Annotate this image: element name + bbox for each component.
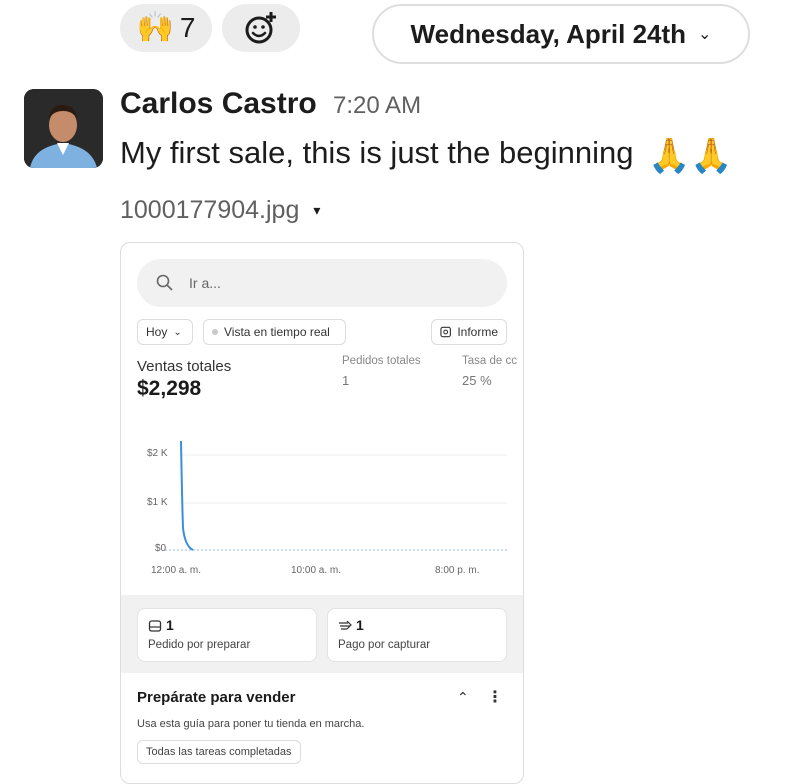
payments-to-capture-label: Pago por capturar — [338, 639, 431, 651]
sales-line-chart — [165, 440, 507, 551]
orders-to-prepare-label: Pedido por preparar — [148, 639, 251, 651]
orders-label: Pedidos totales — [342, 355, 421, 367]
orders-to-prepare-count: 1 — [166, 617, 174, 633]
y-tick-0: $0 — [155, 543, 167, 554]
period-filter: Hoy ⌄ — [137, 319, 193, 345]
y-tick-1k: $1 K — [147, 497, 168, 508]
collapse-icon: ⌃ — [457, 689, 469, 705]
payment-icon — [339, 620, 352, 630]
sales-label: Ventas totales — [137, 358, 232, 375]
reaction-raising-hands[interactable]: 🙌 7 — [120, 4, 212, 52]
search-icon — [156, 274, 173, 291]
date-divider-button[interactable]: Wednesday, April 24th ⌄ — [372, 4, 750, 64]
setup-guide-description: Usa esta guía para poner tu tienda en ma… — [137, 718, 365, 730]
add-reaction-button[interactable] — [222, 4, 300, 52]
live-view-label: Vista en tiempo real — [224, 325, 330, 339]
x-tick-12am: 12:00 a. m. — [151, 565, 202, 576]
sales-series-line — [180, 440, 194, 551]
attachment-image[interactable]: Ir a... Hoy ⌄ Vista en tiempo real Infor… — [120, 242, 524, 784]
message-timestamp[interactable]: 7:20 AM — [333, 92, 421, 120]
more-options-icon: ⋮ — [487, 689, 503, 706]
rate-label: Tasa de cc — [462, 355, 517, 367]
author-name[interactable]: Carlos Castro — [120, 87, 317, 121]
attachment-header[interactable]: 1000177904.jpg ▾ — [120, 196, 320, 225]
message-body: My first sale, this is just the beginnin… — [120, 135, 634, 170]
chevron-down-icon: ⌄ — [173, 326, 182, 338]
x-tick-10am: 10:00 a. m. — [291, 565, 342, 576]
message-text: My first sale, this is just the beginnin… — [120, 135, 733, 176]
setup-guide-title: Prepárate para vender — [137, 689, 296, 706]
period-label: Hoy — [146, 325, 168, 339]
sales-value: $2,298 — [137, 377, 202, 400]
report-button: Informe — [431, 319, 507, 345]
add-reaction-icon — [245, 12, 276, 44]
search-placeholder: Ir a... — [189, 275, 221, 291]
tasks-completed-badge: Todas las tareas completadas — [137, 740, 301, 764]
caret-down-icon[interactable]: ▾ — [313, 202, 320, 219]
inbox-icon — [148, 620, 162, 632]
orders-to-prepare-card: 1 Pedido por preparar — [137, 608, 317, 662]
status-dot-icon — [212, 329, 218, 335]
avatar[interactable] — [24, 89, 103, 168]
reaction-count: 7 — [179, 12, 196, 43]
date-label: Wednesday, April 24th — [410, 18, 687, 49]
rate-value: 25 % — [462, 373, 492, 388]
attachment-filename[interactable]: 1000177904.jpg — [120, 196, 299, 225]
tasks-completed-label: Todas las tareas completadas — [146, 746, 292, 758]
payments-to-capture-card: 1 Pago por capturar — [327, 608, 507, 662]
report-icon — [440, 326, 451, 338]
y-tick-2k: $2 K — [147, 448, 168, 459]
search-input: Ir a... — [137, 259, 507, 307]
live-view-filter: Vista en tiempo real — [203, 319, 346, 345]
raising-hands-emoji-icon: 🙌 — [136, 10, 174, 45]
chevron-down-icon: ⌄ — [698, 26, 712, 43]
report-label: Informe — [457, 325, 498, 339]
payments-to-capture-count: 1 — [356, 617, 364, 633]
orders-value: 1 — [342, 373, 350, 388]
folded-hands-emoji-icon: 🙏🙏 — [648, 136, 733, 176]
x-tick-8pm: 8:00 p. m. — [435, 565, 480, 576]
